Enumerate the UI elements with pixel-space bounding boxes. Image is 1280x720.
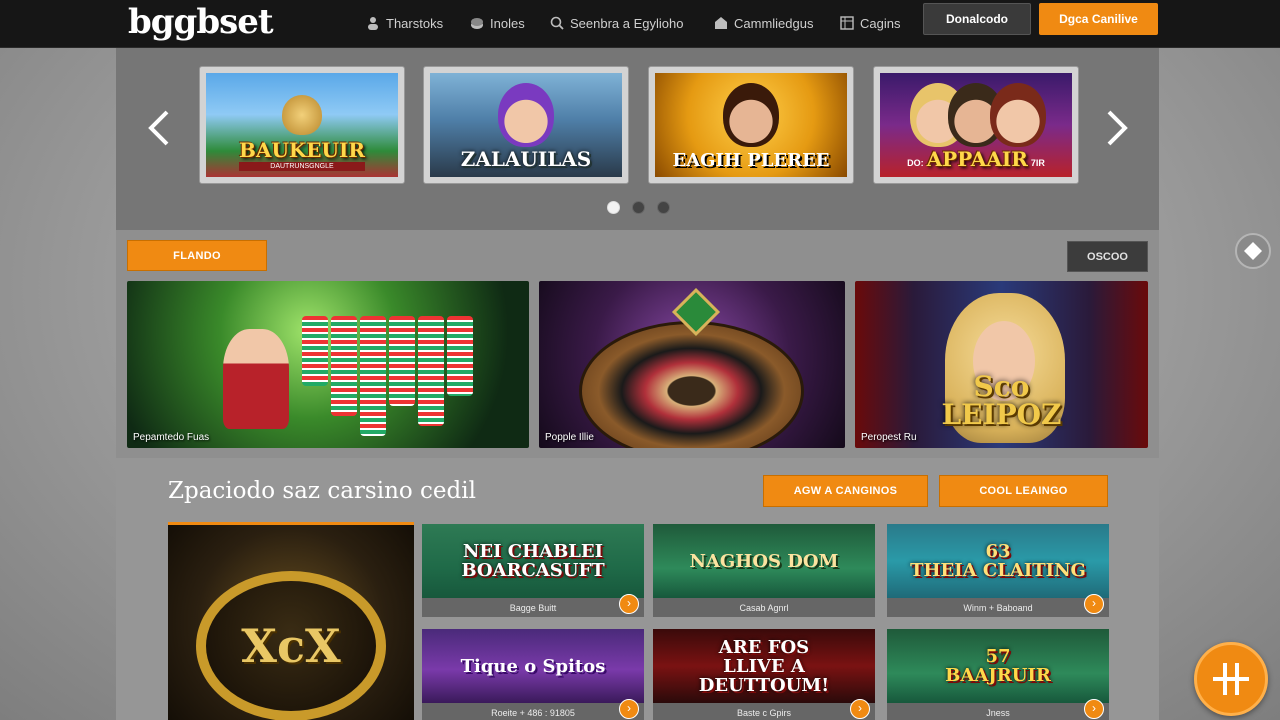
chevron-left-icon <box>148 110 169 146</box>
nav-label: Cagins <box>860 15 901 31</box>
hero-card-1[interactable]: Pepamtedo Fuas <box>127 281 529 448</box>
game-tile-art: Tique o Spitos <box>422 629 644 703</box>
home-icon <box>715 17 727 29</box>
carousel-slide-4[interactable]: DO: APPAAIR 7IR <box>873 66 1079 184</box>
carousel-dot[interactable] <box>657 201 670 214</box>
play-arrow-button[interactable]: › <box>1084 699 1104 719</box>
slide-title: BAUKEUIR <box>239 138 365 162</box>
game-tile-label: Casab Agnrl <box>653 598 875 617</box>
game-tile-art: ARE FOS LLIVE A DEUTTOUM! <box>653 629 875 703</box>
filter-oscoo-button[interactable]: OSCOO <box>1067 241 1148 272</box>
nav-item-inoles[interactable]: Inoles <box>470 11 525 35</box>
nav-item-search[interactable]: Seenbra a Egylioho <box>550 11 683 35</box>
carousel-slide-2[interactable]: ZALAUILAS <box>423 66 629 184</box>
game-tile-art: 63 THEIA CLAITING <box>887 524 1109 598</box>
carousel-prev-button[interactable] <box>143 108 173 148</box>
slide-artwork: DO: APPAAIR 7IR <box>880 73 1072 177</box>
game-tile[interactable]: NEI CHABLEI BOARCASUFT Bagge Buitt › <box>422 524 644 617</box>
hero-caption: Peropest Ru <box>861 432 917 443</box>
search-icon <box>550 16 564 30</box>
chip-stacks <box>302 316 473 436</box>
nav-label: Cammliedgus <box>734 15 814 31</box>
download-button[interactable]: Donalcodo <box>923 3 1031 35</box>
slide-artwork: ZALAUILAS <box>430 73 622 177</box>
game-tile-art: NAGHOS DOM <box>653 524 875 598</box>
user-icon <box>368 17 378 30</box>
slide-prefix: DO: <box>907 158 924 168</box>
game-tile-label: Baste c Gpirs <box>653 703 875 720</box>
chevron-right-icon <box>1107 110 1128 146</box>
game-tile[interactable]: 63 THEIA CLAITING Winm + Baboand › <box>887 524 1109 617</box>
carousel-slide-1[interactable]: BAUKEUIR DAUTRUNSGNGLE <box>199 66 405 184</box>
featured-game-card[interactable]: XcX <box>168 522 414 720</box>
chip-icon <box>471 18 483 29</box>
nav-label: Seenbra a Egylioho <box>570 15 684 31</box>
carousel-next-button[interactable] <box>1103 108 1133 148</box>
play-arrow-button[interactable]: › <box>1084 594 1104 614</box>
hero-logo: Sco LEIPOZ <box>941 370 1062 431</box>
carousel-dot[interactable] <box>607 201 620 214</box>
game-tile-label: Roeite + 486 : 91805 <box>422 703 644 720</box>
carousel-slide-3[interactable]: EAGIH PLEREE <box>648 66 854 184</box>
nav-item-tharstoks[interactable]: Tharstoks <box>366 11 443 35</box>
game-tile-art: NEI CHABLEI BOARCASUFT <box>422 524 644 598</box>
hero-card-3[interactable]: Sco LEIPOZ Peropest Ru <box>855 281 1148 448</box>
game-tile-label: Jness <box>887 703 1109 720</box>
game-tile[interactable]: Tique o Spitos Roeite + 486 : 91805 › <box>422 629 644 720</box>
live-casino-button[interactable]: Dgca Canilive <box>1039 3 1158 35</box>
all-casinos-button[interactable]: AGW A CANGINOS <box>763 475 928 507</box>
slide-artwork: BAUKEUIR DAUTRUNSGNGLE <box>206 73 398 177</box>
nav-label: Tharstoks <box>386 15 444 31</box>
play-arrow-button[interactable]: › <box>619 699 639 719</box>
play-arrow-button[interactable]: › <box>619 594 639 614</box>
slide-title: APPAAIR <box>926 147 1028 171</box>
top-navbar: bggbset Tharstoks Inoles Seenbra a Egyli… <box>0 0 1280 48</box>
section-title: Zpaciodo saz carsino cedil <box>168 478 476 504</box>
game-tile[interactable]: 57 BAAJRUIR Jness › <box>887 629 1109 720</box>
slide-title: ZALAUILAS <box>460 147 592 171</box>
support-fab-button[interactable] <box>1194 642 1268 716</box>
cool-leaingo-button[interactable]: COOL LEAINGO <box>939 475 1108 507</box>
carousel-pagination <box>607 201 670 214</box>
grid-icon <box>840 16 854 30</box>
side-widget-button[interactable] <box>1235 233 1271 269</box>
carousel-dot[interactable] <box>632 201 645 214</box>
game-tile[interactable]: ARE FOS LLIVE A DEUTTOUM! Baste c Gpirs … <box>653 629 875 720</box>
slide-title: EAGIH PLEREE <box>672 150 830 171</box>
play-arrow-button[interactable]: › <box>850 699 870 719</box>
site-logo[interactable]: bggbset <box>128 2 274 42</box>
nav-item-cagins[interactable]: Cagins <box>840 11 900 35</box>
coin-emblem: XcX <box>196 571 386 720</box>
game-tile-label: Bagge Buitt <box>422 598 644 617</box>
game-tile-art: 57 BAAJRUIR <box>887 629 1109 703</box>
plus-icon <box>1213 663 1249 695</box>
dealer-character <box>223 329 289 429</box>
hero-caption: Popple Illie <box>545 432 594 443</box>
hero-caption: Pepamtedo Fuas <box>133 432 210 443</box>
diamond-icon <box>1244 242 1262 260</box>
coin-text: XcX <box>241 619 341 673</box>
filter-flando-button[interactable]: FLANDO <box>127 240 267 271</box>
nav-item-cammliedgus[interactable]: Cammliedgus <box>714 11 813 35</box>
slide-suffix: 7IR <box>1030 158 1045 168</box>
game-tile-label: Winm + Baboand <box>887 598 1109 617</box>
roulette-wheel <box>579 321 804 448</box>
hero-card-2[interactable]: Popple Illie <box>539 281 845 448</box>
slide-subtitle: DAUTRUNSGNGLE <box>239 162 365 171</box>
slide-artwork: EAGIH PLEREE <box>655 73 847 177</box>
game-tile[interactable]: NAGHOS DOM Casab Agnrl › <box>653 524 875 617</box>
nav-label: Inoles <box>490 15 525 31</box>
